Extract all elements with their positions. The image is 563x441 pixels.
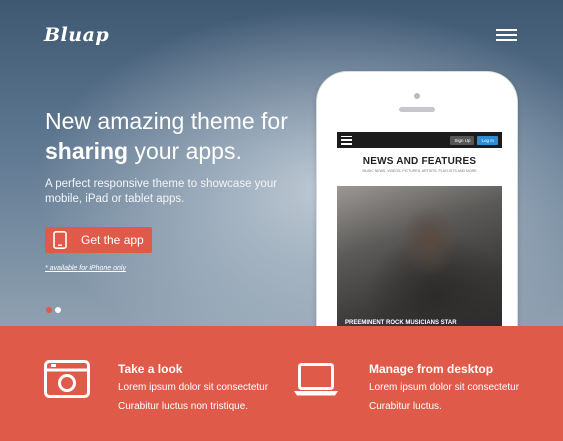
screen-subtitle: MUSIC NEWS, VIDEOS, PICTURES, ARTISTS, P… [362, 169, 477, 173]
iphone-only-note[interactable]: * available for iPhone only [45, 265, 126, 272]
headline-line1: New amazing theme for [45, 108, 288, 134]
feature-text-line: Lorem ipsum dolor sit consectetur [118, 382, 269, 393]
musician-photo: PREEMINENT ROCK MUSICIANS STAR [337, 186, 502, 326]
feature-title: Manage from desktop [369, 362, 494, 376]
hamburger-menu-icon[interactable] [496, 29, 517, 41]
feature-text-line: Curabitur luctus non tristique. [118, 401, 249, 412]
hero-subtext: A perfect responsive theme to showcase y… [45, 178, 278, 205]
phone-camera [414, 93, 420, 99]
phone-speaker [399, 107, 435, 112]
screen-navbar: Sign Up Log In [337, 132, 502, 148]
hero-headline: New amazing theme for sharing your apps. [45, 106, 315, 166]
slider-dot-1[interactable] [46, 307, 52, 313]
get-the-app-label: Get the app [81, 233, 144, 247]
get-the-app-button[interactable]: Get the app [45, 227, 152, 253]
feature-text-line: Curabitur luctus. [369, 401, 442, 412]
feature-manage-from-desktop: Manage from desktop Lorem ipsum dolor si… [280, 326, 563, 441]
features-band: Take a look Lorem ipsum dolor sit consec… [0, 326, 563, 441]
screen-title: NEWS AND FEATURES [362, 156, 477, 167]
screen-login-button: Log In [477, 135, 498, 145]
headline-rest: your apps. [128, 138, 242, 164]
hero-section: Bluap New amazing theme for sharing your… [0, 0, 563, 326]
feature-take-a-look: Take a look Lorem ipsum dolor sit consec… [0, 326, 280, 441]
headline-bold: sharing [45, 138, 129, 164]
feature-text-line: Lorem ipsum dolor sit consectetur [369, 382, 520, 393]
screen-header: NEWS AND FEATURES MUSIC NEWS, VIDEOS, PI… [337, 148, 502, 186]
laptop-icon [294, 363, 338, 396]
phone-mockup: Sign Up Log In NEWS AND FEATURES MUSIC N… [317, 72, 517, 326]
slider-dots [46, 307, 61, 313]
camera-icon [44, 360, 90, 398]
screen-menu-icon [341, 135, 352, 145]
logo[interactable]: Bluap [44, 24, 109, 46]
slider-dot-2[interactable] [55, 307, 61, 313]
feature-title: Take a look [118, 362, 183, 376]
screen-signup-button: Sign Up [450, 135, 475, 145]
phone-screen: Sign Up Log In NEWS AND FEATURES MUSIC N… [337, 132, 502, 326]
smartphone-icon [53, 231, 67, 249]
